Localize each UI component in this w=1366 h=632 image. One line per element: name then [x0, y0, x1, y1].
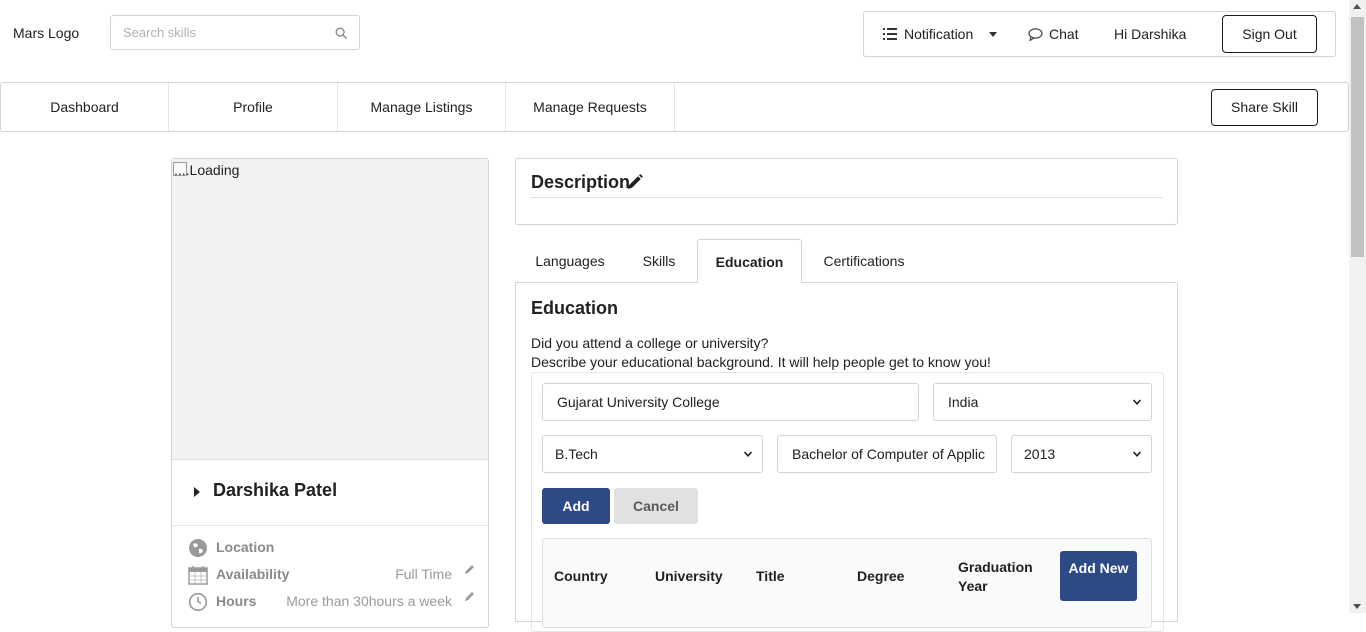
chevron-down-icon — [744, 451, 752, 457]
chat-label: Chat — [1049, 26, 1079, 42]
sign-out-button[interactable]: Sign Out — [1222, 15, 1317, 53]
column-graduation-year: Graduation Year — [958, 559, 1033, 594]
search-box — [110, 15, 360, 50]
page-scrollbar[interactable] — [1349, 0, 1366, 613]
year-value: 2013 — [1024, 446, 1056, 462]
chat-icon — [1028, 28, 1043, 41]
chevron-down-icon — [1133, 399, 1141, 405]
mars-logo[interactable]: Mars Logo — [13, 25, 79, 41]
user-greeting[interactable]: Hi Darshika — [1114, 12, 1186, 56]
detail-location: Location — [188, 536, 478, 558]
nav-manage-listings[interactable]: Manage Listings — [338, 83, 506, 131]
main-nav: Dashboard Profile Manage Listings Manage… — [0, 82, 1349, 132]
add-education-button[interactable]: Add — [542, 488, 610, 524]
title-select[interactable]: B.Tech — [542, 435, 763, 473]
tab-languages[interactable]: Languages — [523, 239, 617, 283]
availability-label: Availability — [216, 566, 290, 582]
column-degree: Degree — [857, 568, 905, 584]
nav-dashboard[interactable]: Dashboard — [1, 83, 169, 131]
dropdown-caret-icon — [989, 32, 997, 37]
scroll-up-icon[interactable] — [1353, 4, 1361, 9]
country-select[interactable]: India — [933, 383, 1152, 421]
profile-card: ....Loading Darshika Patel Location Avai… — [171, 158, 489, 628]
education-panel: Education Did you attend a college or un… — [515, 282, 1178, 632]
top-user-menu: Notification Chat Hi Darshika Sign Out — [863, 11, 1336, 57]
cancel-button[interactable]: Cancel — [614, 488, 698, 524]
profile-photo[interactable]: ....Loading — [172, 159, 488, 460]
clock-icon — [188, 592, 208, 612]
profile-name-row[interactable]: Darshika Patel — [172, 461, 488, 526]
scroll-down-icon[interactable] — [1353, 604, 1361, 609]
caret-right-icon — [194, 487, 200, 497]
tab-education[interactable]: Education — [697, 239, 802, 283]
pencil-icon[interactable] — [464, 590, 476, 602]
hours-value: More than 30hours a week — [286, 593, 452, 609]
column-country: Country — [554, 568, 608, 584]
university-input[interactable]: Gujarat University College — [542, 383, 919, 421]
profile-photo-alt: ....Loading — [174, 162, 240, 178]
detail-hours: Hours More than 30hours a week — [188, 590, 478, 612]
calendar-icon — [188, 566, 208, 585]
location-label: Location — [216, 539, 275, 555]
search-icon[interactable] — [335, 27, 348, 40]
description-title: Description — [531, 172, 631, 192]
column-university: University — [655, 568, 723, 584]
notification-label: Notification — [904, 26, 974, 42]
add-new-button[interactable]: Add New — [1060, 551, 1137, 601]
globe-icon — [189, 539, 207, 557]
degree-input[interactable]: Bachelor of Computer of Applic — [777, 435, 997, 473]
column-title: Title — [756, 568, 785, 584]
pencil-icon[interactable] — [464, 563, 476, 575]
detail-availability: Availability Full Time — [188, 563, 478, 585]
country-value: India — [948, 394, 979, 410]
search-input[interactable] — [111, 16, 321, 49]
chevron-down-icon — [1133, 451, 1141, 457]
nav-manage-requests[interactable]: Manage Requests — [506, 83, 675, 131]
education-question: Did you attend a college or university? — [531, 335, 769, 351]
education-title: Education — [531, 298, 619, 318]
tab-certifications[interactable]: Certifications — [813, 239, 915, 283]
profile-name: Darshika Patel — [213, 480, 338, 500]
tab-skills[interactable]: Skills — [627, 239, 691, 283]
profile-tabs: Languages Skills Education Certification… — [515, 239, 1178, 283]
education-form: Gujarat University College India B.Tech … — [531, 372, 1164, 632]
nav-profile[interactable]: Profile — [169, 83, 338, 131]
share-skill-button[interactable]: Share Skill — [1211, 89, 1318, 126]
pencil-icon[interactable] — [627, 174, 643, 190]
list-icon — [883, 28, 897, 40]
education-table-header: Country University Title Degree Graduati… — [542, 538, 1152, 628]
scrollbar-thumb[interactable] — [1351, 17, 1364, 257]
graduation-year-select[interactable]: 2013 — [1011, 435, 1152, 473]
hours-label: Hours — [216, 593, 257, 609]
availability-value: Full Time — [395, 566, 452, 582]
description-card: Description — [515, 158, 1178, 225]
education-hint: Describe your educational background. It… — [531, 354, 991, 370]
title-value: B.Tech — [555, 446, 598, 462]
description-divider — [531, 197, 1163, 198]
